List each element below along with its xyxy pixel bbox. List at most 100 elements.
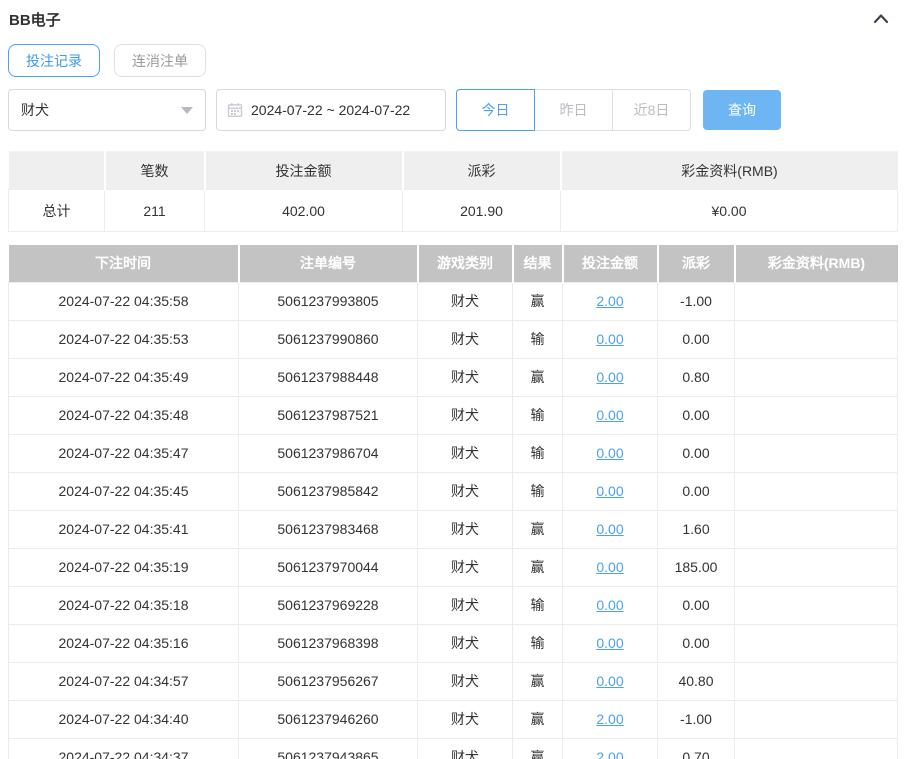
bet-amount-link[interactable]: 2.00	[596, 293, 623, 309]
cell-order-id: 5061237956267	[238, 661, 418, 701]
summary-header-bonus: 彩金资料(RMB)	[560, 151, 898, 190]
header-bet-amount: 投注金额	[562, 245, 659, 282]
table-row: 2024-07-22 04:35:19 5061237970044 财犬 赢 0…	[8, 547, 898, 587]
collapse-button[interactable]	[869, 7, 893, 31]
summary-total-bet-amount: 402.00	[204, 189, 403, 232]
cell-bonus	[734, 699, 898, 739]
cell-bonus	[734, 547, 898, 587]
table-row: 2024-07-22 04:35:45 5061237985842 财犬 输 0…	[8, 471, 898, 511]
cell-bet-amount: 0.00	[562, 585, 658, 625]
bet-amount-link[interactable]: 2.00	[596, 711, 623, 727]
cell-result: 输	[512, 623, 563, 663]
cell-result: 赢	[512, 357, 563, 397]
cell-bet-time: 2024-07-22 04:35:47	[8, 433, 239, 473]
bet-amount-link[interactable]: 0.00	[596, 635, 623, 651]
cell-bonus	[734, 395, 898, 435]
summary-total-payout: 201.90	[402, 189, 561, 232]
cell-bet-time: 2024-07-22 04:35:58	[8, 281, 239, 321]
cell-game-type: 财犬	[417, 433, 513, 473]
cell-bet-time: 2024-07-22 04:35:49	[8, 357, 239, 397]
cell-bet-time: 2024-07-22 04:35:41	[8, 509, 239, 549]
header-bet-time: 下注时间	[8, 245, 240, 282]
bet-amount-link[interactable]: 0.00	[596, 673, 623, 689]
cell-bet-amount: 0.00	[562, 357, 658, 397]
summary-total-bonus: ¥0.00	[560, 189, 898, 232]
cell-bet-time: 2024-07-22 04:34:57	[8, 661, 239, 701]
cell-order-id: 5061237986704	[238, 433, 418, 473]
cell-payout: 1.60	[657, 509, 735, 549]
bet-amount-link[interactable]: 0.00	[596, 597, 623, 613]
cell-game-type: 财犬	[417, 281, 513, 321]
table-row: 2024-07-22 04:35:41 5061237983468 财犬 赢 0…	[8, 509, 898, 549]
cell-bonus	[734, 471, 898, 511]
cell-payout: 0.70	[657, 737, 735, 759]
bet-records-table: 下注时间 注单编号 游戏类别 结果 投注金额 派彩 彩金资料(RMB) 2024…	[8, 245, 898, 759]
cell-order-id: 5061237990860	[238, 319, 418, 359]
query-button[interactable]: 查询	[703, 90, 781, 130]
cell-order-id: 5061237993805	[238, 281, 418, 321]
quick-filter-last-8-days[interactable]: 近8日	[612, 89, 691, 131]
bet-amount-link[interactable]: 0.00	[596, 369, 623, 385]
cell-bet-time: 2024-07-22 04:34:40	[8, 699, 239, 739]
cell-bonus	[734, 585, 898, 625]
cell-bet-amount: 0.00	[562, 319, 658, 359]
table-row: 2024-07-22 04:35:49 5061237988448 财犬 赢 0…	[8, 357, 898, 397]
bet-amount-link[interactable]: 0.00	[596, 407, 623, 423]
panel: BB电子 投注记录 连消注单 财犬 2024-07-22 ~ 2024-07-2…	[0, 0, 905, 759]
summary-total-count: 211	[104, 189, 205, 232]
cell-payout: 0.80	[657, 357, 735, 397]
cell-payout: 0.00	[657, 319, 735, 359]
tab-bet-records[interactable]: 投注记录	[8, 44, 100, 77]
tab-bar: 投注记录 连消注单	[8, 44, 897, 77]
bet-amount-link[interactable]: 0.00	[596, 483, 623, 499]
table-row: 2024-07-22 04:35:18 5061237969228 财犬 输 0…	[8, 585, 898, 625]
table-row: 2024-07-22 04:34:40 5061237946260 财犬 赢 2…	[8, 699, 898, 739]
bet-amount-link[interactable]: 2.00	[596, 749, 623, 759]
cell-game-type: 财犬	[417, 737, 513, 759]
cell-result: 输	[512, 433, 563, 473]
cell-result: 赢	[512, 547, 563, 587]
cell-payout: 0.00	[657, 585, 735, 625]
table-row: 2024-07-22 04:35:58 5061237993805 财犬 赢 2…	[8, 281, 898, 321]
bet-amount-link[interactable]: 0.00	[596, 445, 623, 461]
bet-amount-link[interactable]: 0.00	[596, 559, 623, 575]
cell-payout: 0.00	[657, 433, 735, 473]
cell-game-type: 财犬	[417, 395, 513, 435]
cell-order-id: 5061237983468	[238, 509, 418, 549]
table-row: 2024-07-22 04:35:16 5061237968398 财犬 输 0…	[8, 623, 898, 663]
table-row: 2024-07-22 04:35:47 5061237986704 财犬 输 0…	[8, 433, 898, 473]
cell-bet-amount: 0.00	[562, 471, 658, 511]
table-row: 2024-07-22 04:35:48 5061237987521 财犬 输 0…	[8, 395, 898, 435]
cell-payout: 0.00	[657, 623, 735, 663]
cell-payout: -1.00	[657, 281, 735, 321]
table-row: 2024-07-22 04:35:53 5061237990860 财犬 输 0…	[8, 319, 898, 359]
cell-bet-time: 2024-07-22 04:35:16	[8, 623, 239, 663]
cell-bet-amount: 0.00	[562, 661, 658, 701]
cell-bet-amount: 0.00	[562, 395, 658, 435]
bet-amount-link[interactable]: 0.00	[596, 331, 623, 347]
cell-payout: -1.00	[657, 699, 735, 739]
cell-bet-amount: 0.00	[562, 433, 658, 473]
cell-payout: 185.00	[657, 547, 735, 587]
cell-bet-amount: 0.00	[562, 509, 658, 549]
cell-bet-time: 2024-07-22 04:35:19	[8, 547, 239, 587]
quick-filter-yesterday[interactable]: 昨日	[534, 89, 613, 131]
cell-bonus	[734, 433, 898, 473]
bet-amount-link[interactable]: 0.00	[596, 521, 623, 537]
cell-result: 输	[512, 471, 563, 511]
quick-filter-group: 今日 昨日 近8日	[456, 89, 691, 131]
quick-filter-today[interactable]: 今日	[456, 89, 535, 131]
cell-result: 输	[512, 585, 563, 625]
game-select[interactable]: 财犬	[8, 89, 206, 131]
cell-result: 赢	[512, 661, 563, 701]
cell-bet-time: 2024-07-22 04:35:18	[8, 585, 239, 625]
tab-cancelled-orders[interactable]: 连消注单	[114, 44, 206, 77]
cell-order-id: 5061237970044	[238, 547, 418, 587]
cell-bonus	[734, 509, 898, 549]
date-range-picker[interactable]: 2024-07-22 ~ 2024-07-22	[216, 89, 446, 131]
cell-bet-time: 2024-07-22 04:35:53	[8, 319, 239, 359]
summary-header-row: 笔数 投注金额 派彩 彩金资料(RMB)	[8, 151, 898, 190]
cell-result: 输	[512, 395, 563, 435]
chevron-down-icon	[181, 106, 193, 114]
cell-bonus	[734, 319, 898, 359]
